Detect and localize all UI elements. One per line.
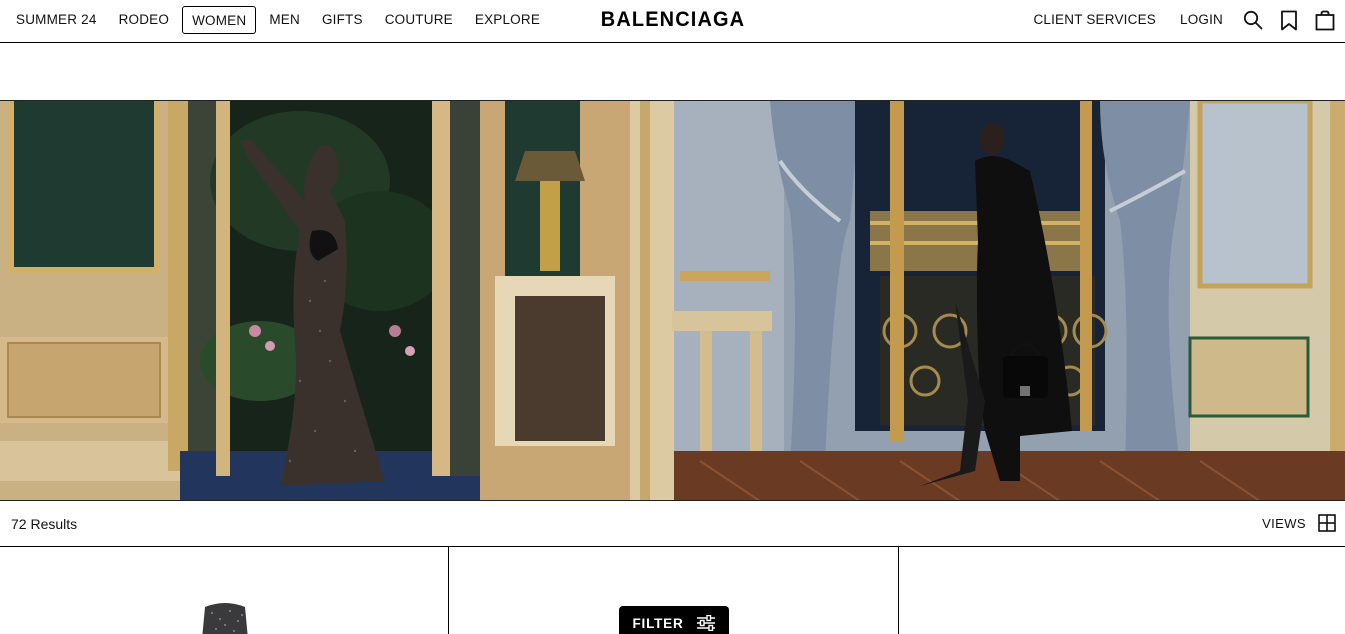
bookmark-icon	[1281, 10, 1297, 30]
hero-banner[interactable]	[0, 100, 1345, 501]
search-button[interactable]	[1235, 6, 1271, 34]
filter-button[interactable]: FILTER	[619, 606, 729, 634]
sliders-icon	[696, 615, 715, 631]
login-link[interactable]: LOGIN	[1168, 6, 1235, 34]
results-count: 72 Results	[11, 516, 78, 532]
hero-image	[0, 101, 1345, 500]
brand-logo-text: BALENCIAGA	[600, 8, 745, 31]
filter-label: FILTER	[632, 615, 684, 631]
client-services-link[interactable]: CLIENT SERVICES	[1021, 6, 1168, 34]
site-header: SUMMER 24 RODEO WOMEN MEN GIFTS COUTURE …	[0, 0, 1345, 43]
results-toolbar: 72 Results VIEWS	[0, 502, 1345, 547]
product-card[interactable]	[0, 547, 449, 634]
views-toggle[interactable]: VIEWS	[1262, 514, 1336, 532]
grid-view-icon	[1318, 514, 1336, 532]
shopping-bag-icon	[1315, 10, 1335, 30]
search-icon	[1243, 10, 1263, 30]
wishlist-button[interactable]	[1271, 6, 1307, 34]
product-image	[202, 603, 248, 634]
utility-nav: CLIENT SERVICES LOGIN	[1021, 6, 1345, 34]
cart-button[interactable]	[1307, 6, 1343, 34]
product-card[interactable]	[899, 547, 1345, 634]
views-label: VIEWS	[1262, 515, 1306, 531]
